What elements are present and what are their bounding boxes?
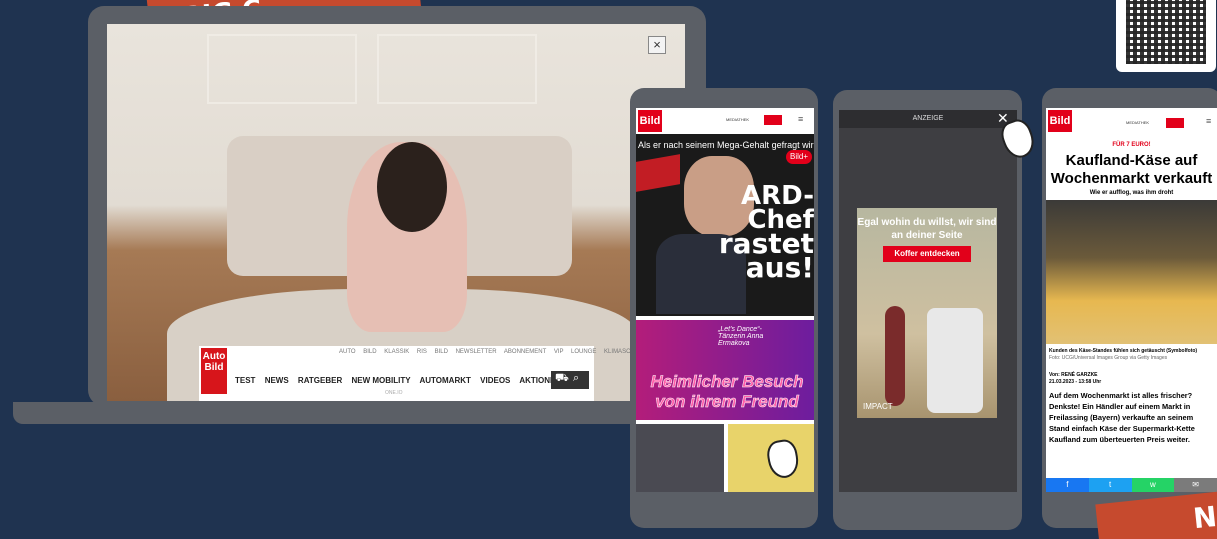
wall-panel <box>207 34 357 104</box>
suitcase <box>927 308 983 413</box>
story-2-quote: „Let’s Dance“-Tänzerin Anna Ermakova <box>718 326 764 347</box>
article-kicker: FÜR 7 EURO! <box>1112 142 1151 148</box>
mediathek-link[interactable]: MEDIATHEK <box>726 117 749 122</box>
menu-icon[interactable]: ≡ <box>798 114 803 124</box>
bild-plus-icon[interactable] <box>1166 118 1184 128</box>
person-hair <box>377 142 447 232</box>
ad-close-button[interactable]: × <box>648 36 666 54</box>
phone-1-screen: Bild MEDIATHEK ≡ Als er nach seinem Mega… <box>636 108 814 492</box>
story-1-headline: ARD- Chef rastet aus! <box>718 183 814 282</box>
article-subhead: Wie er aufflog, was ihm droht <box>1089 190 1174 196</box>
laptop-screen: × Auto Bild AUTO BILD KLASSIK RIS BILD N… <box>107 24 685 401</box>
article-image[interactable] <box>1046 200 1217 344</box>
laptop-base <box>13 402 693 424</box>
qr-code <box>1116 0 1216 72</box>
autobild-logo[interactable]: Auto Bild <box>201 348 227 394</box>
story-1-image[interactable]: Als er nach seinem Mega-Gehalt gefragt w… <box>636 134 814 316</box>
close-icon: × <box>653 37 661 52</box>
search-icon[interactable]: ⌕ <box>573 372 579 385</box>
facebook-share-icon[interactable]: f <box>1046 478 1089 492</box>
story-2-headline: Heimlicher Besuch von ihrem Freund <box>640 372 814 412</box>
autobild-top-links[interactable]: AUTO BILD KLASSIK RIS BILD NEWSLETTER AB… <box>339 349 646 355</box>
nav-item-test[interactable]: TEST <box>235 376 255 385</box>
menu-icon[interactable]: ≡ <box>1206 116 1211 126</box>
autobild-icon-box: ⛟ ⌕ <box>551 371 589 389</box>
phone-2-screen: ANZEIGE ✕ Egal wohin du willst, wir sind… <box>839 110 1017 492</box>
bild-logo[interactable]: Bild <box>1048 110 1072 132</box>
whatsapp-share-icon[interactable]: w <box>1131 478 1175 492</box>
article-author: Von: RENÉ GARZKE <box>1049 372 1098 378</box>
autobild-header: Auto Bild AUTO BILD KLASSIK RIS BILD NEW… <box>199 346 646 401</box>
nav-item-news[interactable]: NEWS <box>265 376 289 385</box>
qr-pattern <box>1126 0 1206 64</box>
wall-panel <box>377 34 537 104</box>
ad-brand: IMPACT <box>863 402 893 411</box>
twitter-share-icon[interactable]: t <box>1088 478 1132 492</box>
mediathek-link[interactable]: MEDIATHEK <box>1126 120 1149 125</box>
nav-item-ratgeber[interactable]: RATGEBER <box>298 376 342 385</box>
article-headline: Kaufland-Käse auf Wochenmarkt verkauft <box>1050 152 1213 187</box>
headline-line: von ihrem Freund <box>655 392 799 412</box>
story-3-image[interactable] <box>636 424 724 492</box>
story-1-teaser: Als er nach seinem Mega-Gehalt gefragt w… <box>638 140 814 150</box>
bild-plus-icon[interactable] <box>764 115 782 125</box>
ad-label: ANZEIGE <box>839 110 1017 128</box>
story-2-image[interactable]: „Let’s Dance“-Tänzerin Anna Ermakova Hei… <box>636 320 814 420</box>
article-body: Auf dem Wochenmarkt ist alles frischer? … <box>1049 391 1195 444</box>
headline-line: Heimlicher Besuch <box>650 372 804 392</box>
red-accent <box>636 154 680 192</box>
nav-item-automarkt[interactable]: AUTOMARKT <box>420 376 471 385</box>
bild-logo[interactable]: Bild <box>638 110 662 132</box>
article-date: 21.03.2023 - 13:58 Uhr <box>1049 379 1102 385</box>
car-icon[interactable]: ⛟ <box>555 372 569 386</box>
bild-plus-badge: Bild+ <box>786 150 812 164</box>
share-bar: f t w ✉ <box>1046 478 1217 492</box>
autobild-nav: TEST NEWS RATGEBER NEW MOBILITY AUTOMARK… <box>235 376 568 385</box>
mail-share-icon[interactable]: ✉ <box>1174 478 1217 492</box>
autobild-footer: ONE.IO <box>385 390 403 396</box>
image-caption: Kunden des Käse-Standes fühlen sich getä… <box>1049 348 1198 354</box>
ad-cta-button[interactable]: Koffer entdecken <box>883 246 971 262</box>
nav-item-videos[interactable]: VIDEOS <box>480 376 510 385</box>
ad-headline: Egal wohin du willst, wir sind an deiner… <box>857 217 997 241</box>
image-credit: Foto: UCG/Universal Images Group via Get… <box>1049 355 1168 361</box>
ad-creative[interactable]: Egal wohin du willst, wir sind an deiner… <box>857 208 997 418</box>
ad-person <box>885 306 905 406</box>
phone-3-screen: Bild MEDIATHEK ≡ FÜR 7 EURO! Kaufland-Kä… <box>1046 108 1217 492</box>
promo-ribbon-bottom-text: N <box>1191 499 1217 536</box>
nav-item-new-mobility[interactable]: NEW MOBILITY <box>351 376 410 385</box>
